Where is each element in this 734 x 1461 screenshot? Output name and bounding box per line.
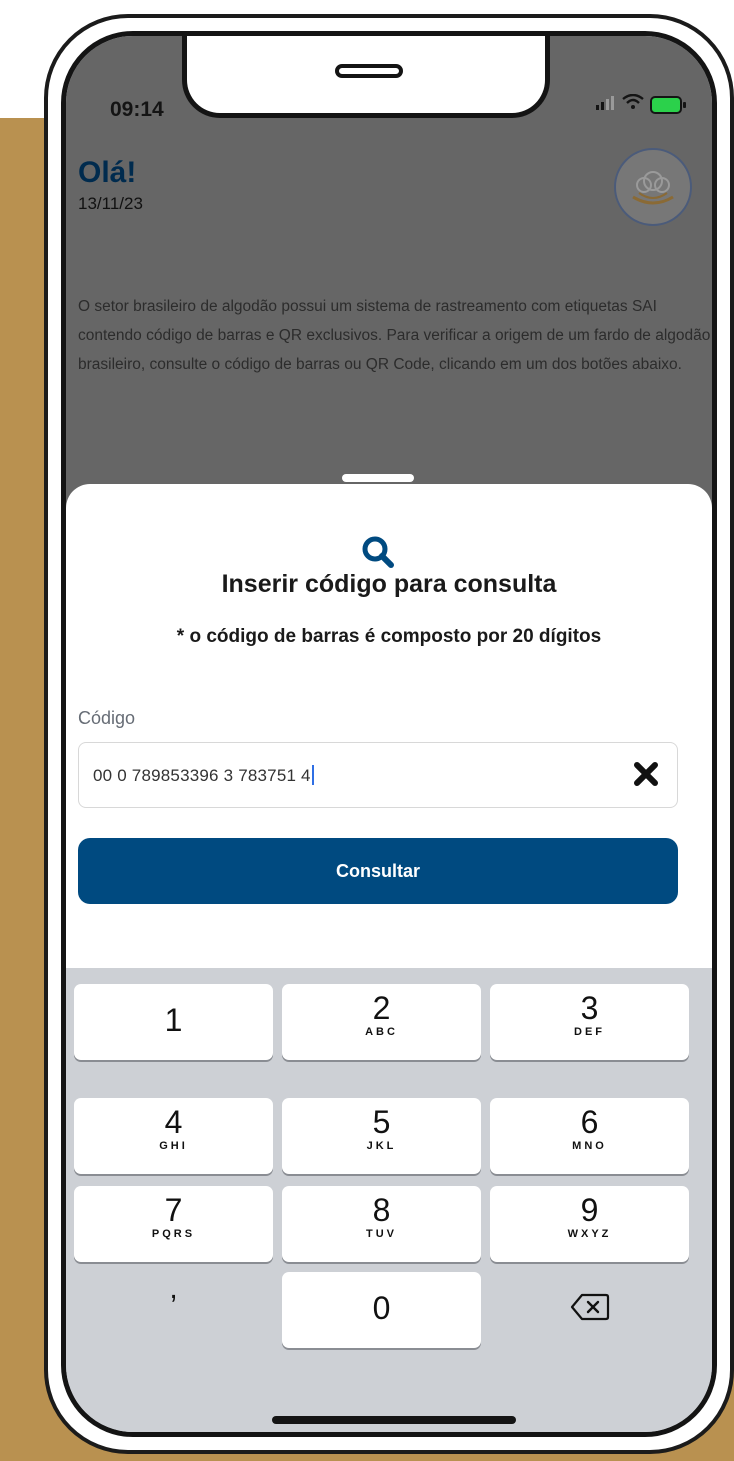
text-caret (311, 765, 314, 785)
code-input[interactable]: 00 0 789853396 3 783751 4 (78, 742, 678, 808)
home-indicator[interactable] (272, 1416, 516, 1424)
speaker-grille (335, 64, 403, 78)
key-4[interactable]: 4 GHI (74, 1098, 273, 1174)
phone-notch (182, 36, 550, 118)
key-7[interactable]: 7 PQRS (74, 1186, 273, 1262)
key-0[interactable]: 0 (282, 1272, 481, 1348)
battery-charging-icon (650, 95, 686, 114)
phone-screen: Olá! 13/11/23 O setor brasileiro de algo… (61, 31, 717, 1437)
key-8[interactable]: 8 TUV (282, 1186, 481, 1262)
key-1[interactable]: 1 (74, 984, 273, 1060)
status-time: 09:14 (110, 98, 164, 121)
backspace-icon[interactable] (490, 1272, 689, 1348)
numeric-keyboard: 1 2 ABC 3 DEF 4 GHI 5 JKL 6 MNO 7 PQRS 8… (66, 968, 712, 1432)
sheet-grabber[interactable] (342, 474, 414, 482)
close-icon[interactable] (629, 757, 663, 791)
barcode-length-note: * o código de barras é composto por 20 d… (176, 626, 602, 647)
code-input-value: 00 0 789853396 3 783751 4 (93, 765, 314, 786)
key-comma[interactable]: , (74, 1272, 273, 1348)
greeting-date: 13/11/23 (78, 194, 143, 213)
greeting-title: Olá! (78, 156, 137, 189)
signal-bars-icon (596, 94, 616, 115)
cotton-logo-icon[interactable] (614, 148, 692, 226)
code-entry-sheet: Inserir código para consulta * o código … (66, 484, 712, 969)
intro-paragraph: O setor brasileiro de algodão possui um … (78, 298, 711, 373)
status-icons (596, 93, 686, 115)
wifi-icon (622, 93, 644, 115)
search-icon (358, 532, 398, 572)
key-2[interactable]: 2 ABC (282, 984, 481, 1060)
key-9[interactable]: 9 WXYZ (490, 1186, 689, 1262)
key-3[interactable]: 3 DEF (490, 984, 689, 1060)
key-6[interactable]: 6 MNO (490, 1098, 689, 1174)
key-5[interactable]: 5 JKL (282, 1098, 481, 1174)
code-field-label: Código (78, 708, 136, 728)
consult-button[interactable]: Consultar (78, 838, 678, 904)
sheet-title: Inserir código para consulta (221, 570, 557, 598)
phone-frame: Olá! 13/11/23 O setor brasileiro de algo… (44, 14, 734, 1454)
